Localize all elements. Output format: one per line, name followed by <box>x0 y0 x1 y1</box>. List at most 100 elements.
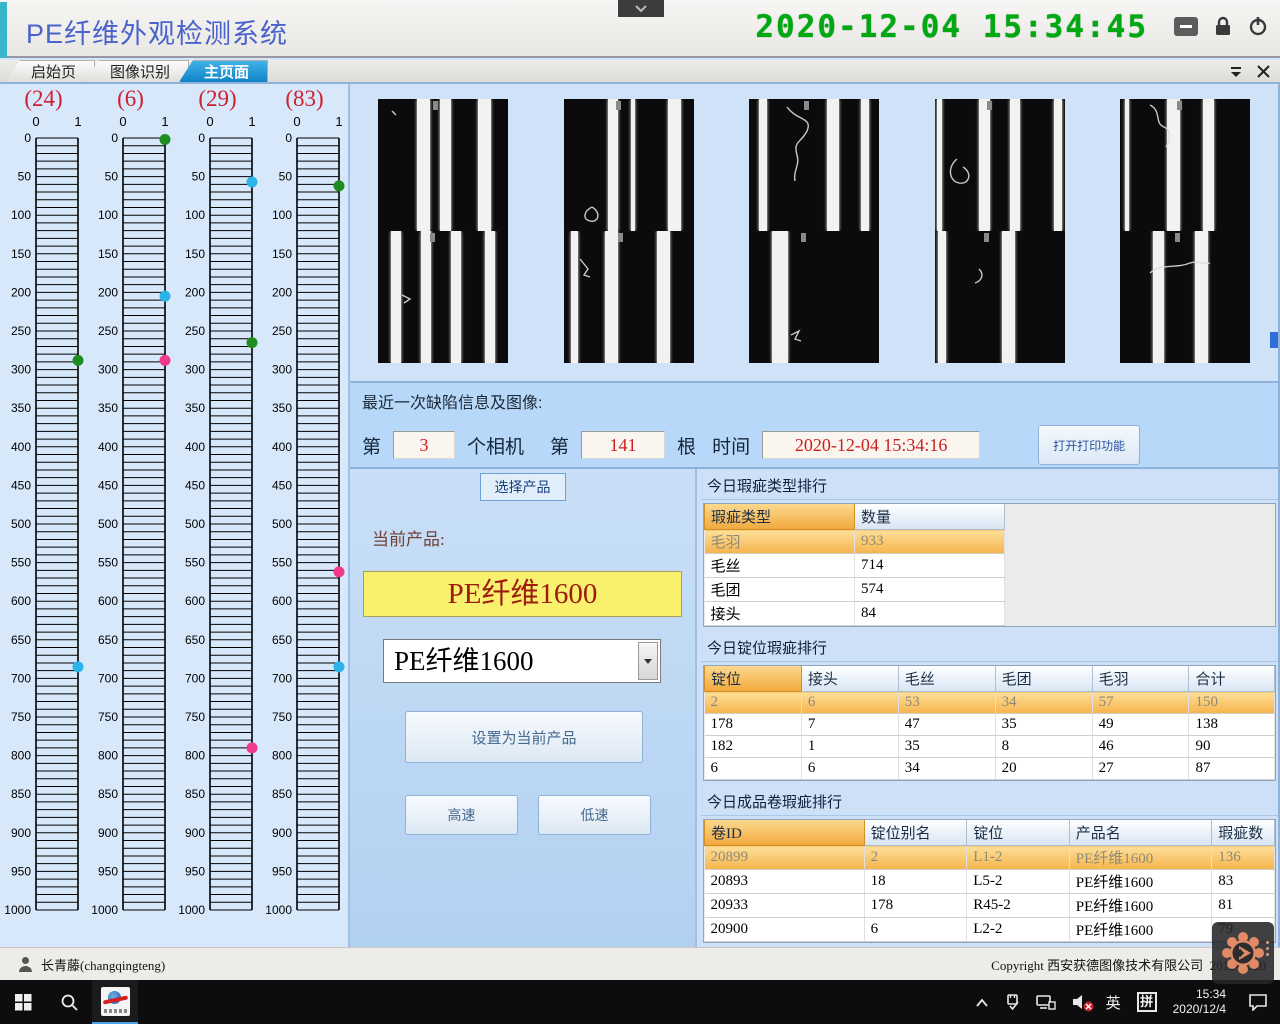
column-header[interactable]: 瑕疵类型 <box>705 504 855 530</box>
taskbar-clock[interactable]: 15:34 2020/12/4 <box>1173 987 1226 1017</box>
table-row[interactable]: 26533457150 <box>705 692 1275 714</box>
column-header[interactable]: 毛羽 <box>1092 666 1189 692</box>
camera-image[interactable] <box>564 99 694 231</box>
column-header[interactable]: 毛团 <box>995 666 1092 692</box>
gauge-scale: 0105010015020025030035040045050055060065… <box>261 112 348 924</box>
svg-text:600: 600 <box>11 594 31 608</box>
high-speed-button[interactable]: 高速 <box>405 795 518 835</box>
svg-text:550: 550 <box>272 556 292 570</box>
svg-text:700: 700 <box>272 671 292 685</box>
camera-image[interactable] <box>378 231 508 363</box>
camera-image[interactable] <box>378 99 508 231</box>
current-product-label: 当前产品: <box>372 525 445 550</box>
search-button[interactable] <box>46 980 92 1024</box>
gauge-scale: 0105010015020025030035040045050055060065… <box>0 112 87 924</box>
needle-number-field[interactable]: 141 <box>581 431 665 459</box>
ime-language-indicator[interactable]: 英 <box>1106 992 1121 1013</box>
svg-text:750: 750 <box>185 710 205 724</box>
svg-text:1000: 1000 <box>178 903 205 917</box>
minimize-button[interactable] <box>1174 17 1198 36</box>
camera-image[interactable] <box>1120 231 1250 363</box>
defect-info-panel: 最近一次缺陷信息及图像: 第 3 个相机 第 141 根 时间 2020-12-… <box>350 383 1278 469</box>
column-header[interactable]: 锭位别名 <box>864 820 967 846</box>
svg-text:200: 200 <box>272 285 292 299</box>
camera-number-field[interactable]: 3 <box>393 431 455 459</box>
svg-text:1000: 1000 <box>91 903 118 917</box>
svg-text:850: 850 <box>185 787 205 801</box>
main-area: (24)(6)(29)(83) 010501001502002503003504… <box>0 84 1280 947</box>
edge-marker <box>1270 332 1278 348</box>
camera-image[interactable] <box>749 99 879 231</box>
tab-start-page[interactable]: 启始页 <box>6 60 95 82</box>
tab-image-recognition[interactable]: 图像识别 <box>85 60 189 82</box>
accent-strip <box>0 2 7 58</box>
camera-image[interactable] <box>935 231 1065 363</box>
notification-icon[interactable] <box>1248 993 1268 1011</box>
open-print-button[interactable]: 打开打印功能 <box>1038 425 1140 465</box>
gauge-count: (29) <box>174 86 261 112</box>
tab-main-page[interactable]: 主页面 <box>179 60 268 82</box>
product-dropdown-value: PE纤维1600 <box>384 640 660 682</box>
camera-image[interactable] <box>935 99 1065 231</box>
defect-squiggle <box>378 99 508 231</box>
column-header[interactable]: 瑕疵数 <box>1212 820 1275 846</box>
column-header[interactable]: 锭位 <box>705 666 802 692</box>
close-icon[interactable] <box>1257 65 1270 78</box>
svg-text:750: 750 <box>272 710 292 724</box>
svg-text:800: 800 <box>98 749 118 763</box>
set-current-product-button[interactable]: 设置为当前产品 <box>405 711 643 763</box>
svg-text:800: 800 <box>272 749 292 763</box>
roll-rank-title: 今日成品卷瑕疵排行 <box>701 787 1278 816</box>
column-header[interactable]: 卷ID <box>705 820 865 846</box>
table-row[interactable]: 接头84 <box>705 602 1005 626</box>
defect-type-rank-title: 今日瑕疵类型排行 <box>701 471 1278 500</box>
camera-image-grid <box>350 84 1278 383</box>
tray-expand-icon[interactable] <box>975 998 989 1007</box>
table-row[interactable]: 毛丝714 <box>705 554 1005 578</box>
table-row[interactable]: 毛羽933 <box>705 530 1005 554</box>
svg-text:750: 750 <box>98 710 118 724</box>
table-row[interactable]: 6634202787 <box>705 758 1275 780</box>
network-display-icon[interactable] <box>1036 994 1056 1010</box>
svg-text:300: 300 <box>185 363 205 377</box>
svg-text:650: 650 <box>98 633 118 647</box>
camera-image[interactable] <box>1120 99 1250 231</box>
spindle-rank-table: 锭位接头毛丝毛团毛羽合计2653345715017874735491381821… <box>703 665 1276 781</box>
table-row[interactable]: 2089318L5-2PE纤维160083 <box>705 870 1275 894</box>
table-row[interactable]: 1787473549138 <box>705 714 1275 736</box>
camera-suffix-label: 个相机 <box>467 432 524 459</box>
usb-icon[interactable] <box>1005 993 1020 1011</box>
table-row[interactable]: 208992L1-2PE纤维1600136 <box>705 846 1275 870</box>
column-header[interactable]: 合计 <box>1189 666 1275 692</box>
column-header[interactable]: 产品名 <box>1069 820 1212 846</box>
svg-text:550: 550 <box>98 556 118 570</box>
svg-text:950: 950 <box>11 864 31 878</box>
taskbar-app-detection-system[interactable] <box>92 980 138 1024</box>
start-button[interactable] <box>0 980 46 1024</box>
gauge-dot <box>247 177 258 188</box>
screen-recorder-widget[interactable] <box>1212 922 1274 984</box>
defect-time-field[interactable]: 2020-12-04 15:34:16 <box>762 431 980 459</box>
lock-icon[interactable] <box>1214 16 1232 36</box>
camera-image[interactable] <box>564 231 694 363</box>
ime-mode-indicator[interactable]: 拼 <box>1137 992 1157 1012</box>
svg-text:350: 350 <box>272 401 292 415</box>
product-dropdown[interactable]: PE纤维1600 <box>383 639 661 683</box>
column-header[interactable]: 锭位 <box>967 820 1070 846</box>
power-icon[interactable] <box>1248 16 1268 36</box>
column-header[interactable]: 数量 <box>855 504 1005 530</box>
table-row[interactable]: 毛团574 <box>705 578 1005 602</box>
overlay-chevron-tab[interactable] <box>618 0 664 17</box>
column-header[interactable]: 毛丝 <box>898 666 995 692</box>
table-row[interactable]: 18213584690 <box>705 736 1275 758</box>
table-row[interactable]: 20933178R45-2PE纤维160081 <box>705 894 1275 918</box>
low-speed-button[interactable]: 低速 <box>538 795 651 835</box>
volume-muted-icon[interactable] <box>1072 994 1090 1010</box>
column-header[interactable]: 接头 <box>801 666 898 692</box>
dropdown-arrow-button[interactable] <box>638 642 658 680</box>
status-bar: 长青藤(changqingteng) Copyright 西安获德图像技术有限公… <box>0 947 1280 980</box>
needle-suffix-label: 根 <box>677 432 696 459</box>
tab-list-icon[interactable] <box>1229 66 1243 78</box>
table-row[interactable]: 209006L2-2PE纤维160079 <box>705 918 1275 942</box>
camera-image[interactable] <box>749 231 879 363</box>
